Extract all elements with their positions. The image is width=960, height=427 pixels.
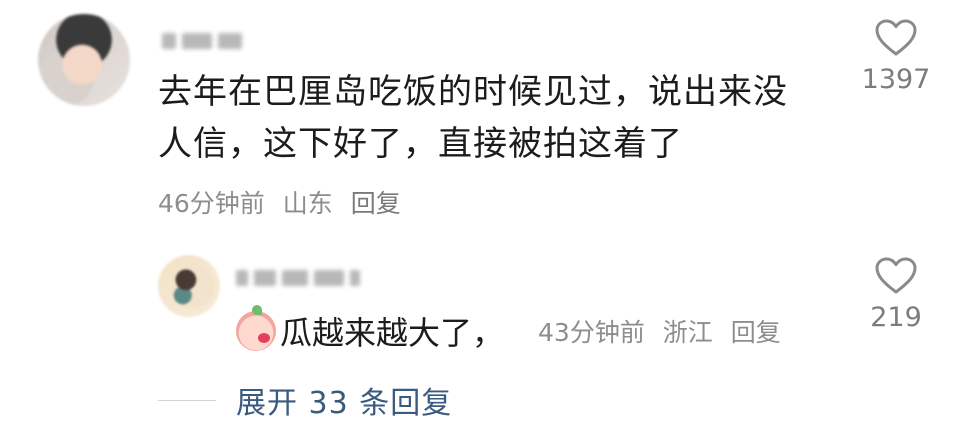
- reply-like-count: 219: [870, 302, 922, 333]
- comment-like-button[interactable]: 1397: [856, 18, 936, 95]
- expand-replies-label[interactable]: 展开 33 条回复: [236, 378, 452, 422]
- reply-time: 43分钟前: [538, 318, 645, 347]
- reply-text: 瓜越来越大了，: [280, 314, 505, 352]
- replier-username-blurred[interactable]: [236, 270, 360, 286]
- reply-location: 浙江: [662, 318, 713, 347]
- comment-text: 去年在巴厘岛吃饭的时候见过，说出来没人信，这下好了，直接被拍这着了: [158, 72, 788, 164]
- commenter-avatar[interactable]: [38, 14, 130, 106]
- reply-meta: 43分钟前 浙江 回复: [538, 313, 791, 349]
- reply-like-button[interactable]: 219: [856, 256, 936, 333]
- comment-meta: 46分钟前 山东 回复: [158, 184, 411, 220]
- heart-outline-icon: [875, 19, 917, 56]
- replier-avatar[interactable]: [158, 255, 220, 317]
- heart-outline-icon: [875, 257, 917, 294]
- commenter-username-blurred[interactable]: [162, 33, 242, 49]
- reply-row: 瓜越来越大了， 43分钟前 浙江 回复: [236, 305, 791, 354]
- comment-location: 山东: [282, 189, 333, 218]
- peach-emoji-icon: [236, 305, 276, 351]
- reply-reply-button[interactable]: 回复: [731, 318, 781, 347]
- comment-reply-button[interactable]: 回复: [351, 189, 401, 218]
- comment-time: 46分钟前: [158, 189, 265, 218]
- expand-replies-button[interactable]: 展开 33 条回复: [158, 378, 452, 422]
- comment-like-count: 1397: [861, 64, 931, 95]
- divider: [158, 399, 216, 401]
